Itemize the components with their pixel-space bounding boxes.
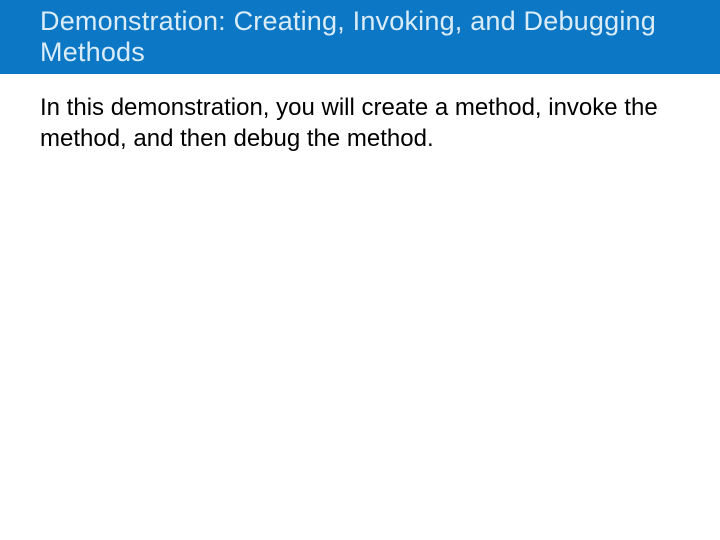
- title-bar: Demonstration: Creating, Invoking, and D…: [0, 0, 720, 74]
- slide-body-area: In this demonstration, you will create a…: [0, 74, 720, 540]
- slide-title: Demonstration: Creating, Invoking, and D…: [40, 6, 680, 68]
- slide: Demonstration: Creating, Invoking, and D…: [0, 0, 720, 540]
- slide-body-text: In this demonstration, you will create a…: [40, 92, 660, 154]
